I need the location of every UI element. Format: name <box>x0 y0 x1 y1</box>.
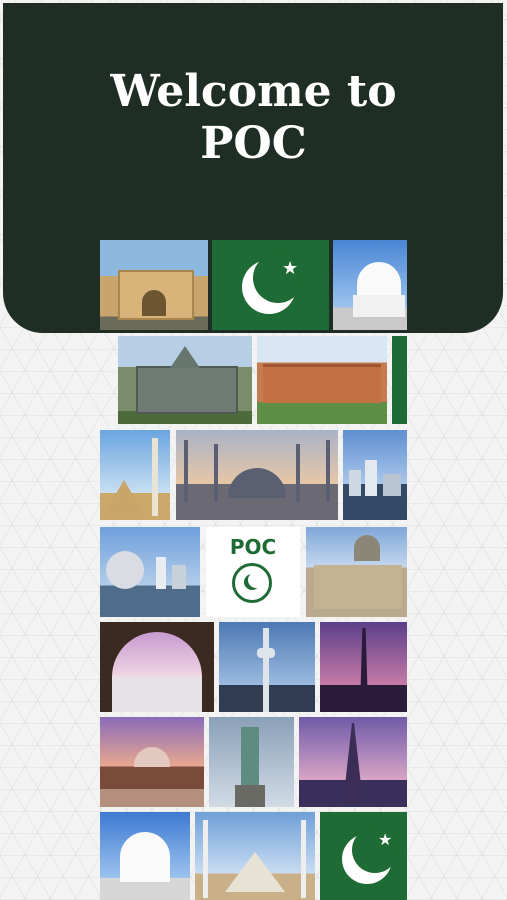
trafalgar-gallery-photo <box>306 527 407 617</box>
badshahi-mosque-arch-photo <box>100 622 214 712</box>
blue-mosque-photo <box>176 430 338 520</box>
khyber-pass-gate-photo <box>100 240 208 330</box>
minar-e-pakistan-photo <box>320 622 407 712</box>
pakistan-flag-icon: ★ <box>212 240 329 330</box>
green-side-strip <box>392 336 407 424</box>
landmark-collage: ★ POC ★ <box>100 240 407 900</box>
peshawar-palace-photo <box>257 336 387 424</box>
mazar-e-quaid-photo <box>333 240 407 330</box>
poc-logo: POC <box>206 527 300 617</box>
science-world-dome-photo <box>100 527 200 617</box>
faisal-mosque-photo <box>195 812 315 900</box>
kl-tower-photo <box>219 622 315 712</box>
statue-of-liberty-photo <box>209 717 294 807</box>
welcome-title: Welcome to POC <box>0 66 507 170</box>
faisal-mosque-minaret-photo <box>100 430 170 520</box>
colonial-building-photo <box>118 336 252 424</box>
pakistan-flag-icon-2: ★ <box>320 812 407 900</box>
poc-logo-text: POC <box>229 535 277 559</box>
mazar-e-quaid-photo-2 <box>100 812 190 900</box>
eiffel-tower-photo <box>299 717 407 807</box>
poc-emblem-icon <box>232 563 272 603</box>
welcome-title-line2: POC <box>200 118 307 169</box>
vancouver-skyline-photo <box>343 430 407 520</box>
badshahi-mosque-dusk-photo <box>100 717 204 807</box>
welcome-title-line1: Welcome to <box>110 66 397 117</box>
